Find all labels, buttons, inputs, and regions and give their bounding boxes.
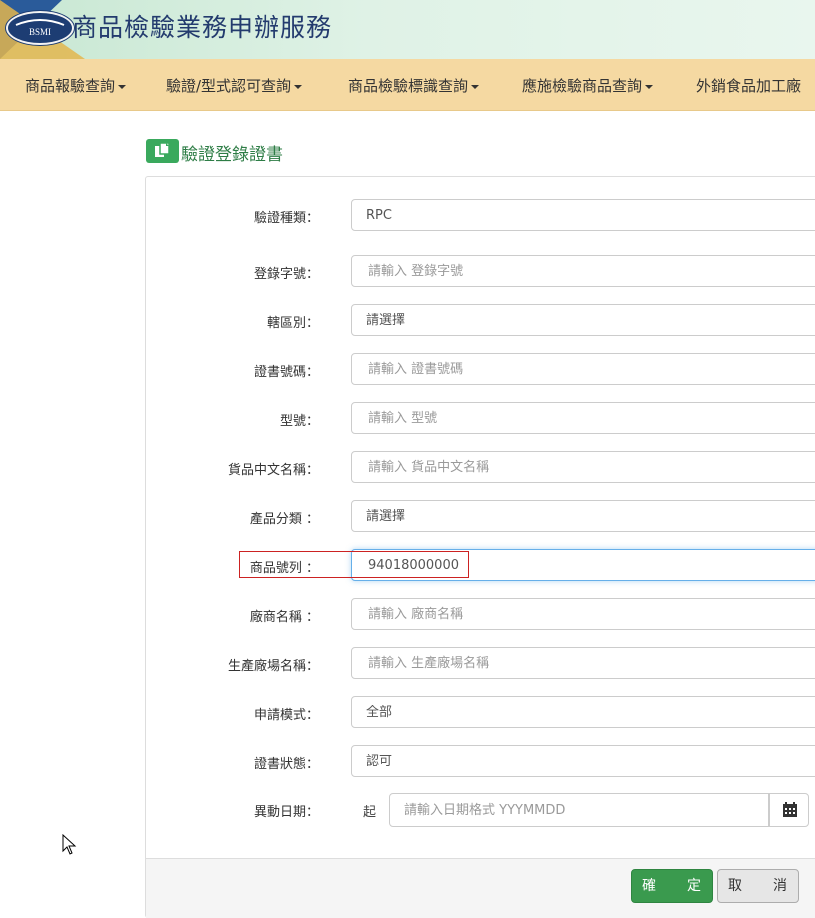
change-date-input[interactable] <box>389 793 769 827</box>
registration-no-input[interactable] <box>351 255 815 287</box>
registration-no-label: 登錄字號： <box>253 267 319 282</box>
product-cn-name-input[interactable] <box>351 451 815 483</box>
nav-item-inspection-query[interactable]: 商品報驗查詢 <box>25 75 127 96</box>
verification-type-select[interactable]: RPC <box>351 199 815 231</box>
product-cn-name-label: 貨品中文名稱： <box>227 463 319 478</box>
site-title: 商品檢驗業務申辦服務 <box>72 13 333 42</box>
certificate-no-input[interactable] <box>351 353 815 385</box>
factory-name-label: 生產廠場名稱： <box>227 659 319 674</box>
site-banner: BSMI 商品檢驗業務申辦服務 <box>0 0 815 59</box>
form-row-certificate-status: 證書狀態： 認可 <box>146 745 815 779</box>
nav-item-label: 應施檢驗商品查詢 <box>522 77 643 95</box>
form-row-product-cn-name: 貨品中文名稱： <box>146 451 815 485</box>
certificate-no-label: 證書號碼： <box>253 365 319 380</box>
form-row-verification-type: 驗證種類： RPC <box>146 199 815 233</box>
form-row-application-mode: 申請模式： 全部 <box>146 696 815 730</box>
product-category-select[interactable]: 請選擇 <box>351 500 815 532</box>
model-label: 型號： <box>279 414 319 429</box>
form-row-jurisdiction: 轄區別： 請選擇 <box>146 304 815 338</box>
nav-item-mark-query[interactable]: 商品檢驗標識查詢 <box>348 75 480 96</box>
form-row-product-category: 產品分類 ： 請選擇 <box>146 500 815 534</box>
verification-type-label: 驗證種類： <box>253 211 319 226</box>
caret-down-icon <box>118 84 127 89</box>
nav-item-label: 商品報驗查詢 <box>25 77 116 95</box>
calendar-icon <box>783 802 797 817</box>
caret-down-icon <box>471 84 480 89</box>
product-category-label: 產品分類 ： <box>249 512 319 527</box>
form-row-factory-name: 生產廠場名稱： <box>146 647 815 681</box>
jurisdiction-select[interactable]: 請選擇 <box>351 304 815 336</box>
panel-footer: 確 定 取 消 <box>146 858 815 918</box>
form-row-change-date: 異動日期： 起 <box>146 793 815 827</box>
application-mode-select[interactable]: 全部 <box>351 696 815 728</box>
search-form-panel: 驗證種類： RPC 登錄字號： 轄區別： 請選擇 證書號碼： 型號： 貨品中文名… <box>145 176 815 918</box>
jurisdiction-label: 轄區別： <box>266 316 319 331</box>
nav-item-certification-query[interactable]: 驗證/型式認可查詢 <box>166 75 303 96</box>
confirm-button[interactable]: 確 定 <box>631 869 713 903</box>
manufacturer-name-input[interactable] <box>351 598 815 630</box>
nav-item-label: 外銷食品加工廠 <box>696 77 802 95</box>
caret-down-icon <box>645 84 654 89</box>
certificate-status-label: 證書狀態： <box>253 757 319 772</box>
nav-item-export-food-factory[interactable]: 外銷食品加工廠 <box>696 75 801 96</box>
mouse-pointer-icon <box>62 834 77 855</box>
application-mode-label: 申請模式： <box>253 708 319 723</box>
form-row-registration-no: 登錄字號： <box>146 255 815 289</box>
calendar-button[interactable] <box>769 793 809 827</box>
commodity-code-label: 商品號列 ： <box>249 561 319 576</box>
date-start-label: 起 <box>363 805 377 820</box>
cancel-button[interactable]: 取 消 <box>717 869 799 903</box>
change-date-label: 異動日期： <box>253 805 319 820</box>
nav-item-label: 商品檢驗標識查詢 <box>348 77 469 95</box>
certificate-status-select[interactable]: 認可 <box>351 745 815 777</box>
nav-item-regulated-products-query[interactable]: 應施檢驗商品查詢 <box>522 75 654 96</box>
manufacturer-name-label: 廠商名稱 ： <box>249 610 319 625</box>
panel-title: 驗證登錄證書 <box>181 145 283 165</box>
commodity-code-input[interactable] <box>351 549 815 581</box>
factory-name-input[interactable] <box>351 647 815 679</box>
bsmi-logo[interactable]: BSMI <box>6 11 74 45</box>
form-row-certificate-no: 證書號碼： <box>146 353 815 387</box>
main-navbar: 商品報驗查詢 驗證/型式認可查詢 商品檢驗標識查詢 應施檢驗商品查詢 外銷食品加… <box>0 59 815 111</box>
nav-item-label: 驗證/型式認可查詢 <box>166 77 292 95</box>
document-copy-icon <box>146 139 179 163</box>
form-row-manufacturer-name: 廠商名稱 ： <box>146 598 815 632</box>
logo-text: BSMI <box>29 27 51 37</box>
caret-down-icon <box>294 84 303 89</box>
model-input[interactable] <box>351 402 815 434</box>
form-row-commodity-code: 商品號列 ： <box>146 549 815 583</box>
form-row-model: 型號： <box>146 402 815 436</box>
